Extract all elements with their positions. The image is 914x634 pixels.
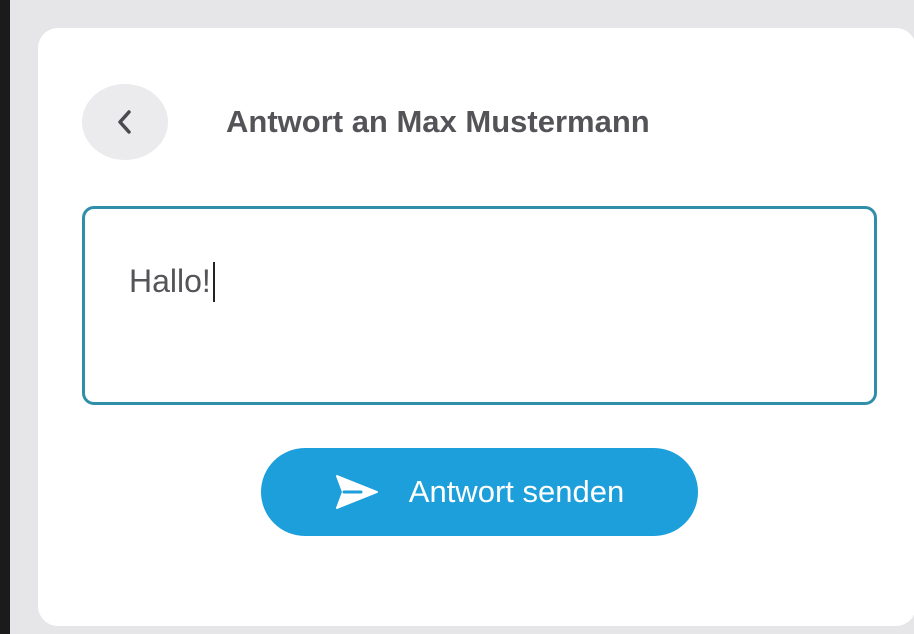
reply-dialog: Antwort an Max Mustermann Hallo! Antwort… [38, 28, 914, 626]
page-backdrop: Antwort an Max Mustermann Hallo! Antwort… [10, 0, 914, 634]
send-button-label: Antwort senden [408, 474, 625, 509]
text-caret [212, 262, 215, 302]
dialog-title: Antwort an Max Mustermann [226, 104, 650, 139]
reply-text-value: Hallo! [129, 263, 211, 299]
chevron-left-icon [118, 110, 131, 134]
send-icon [335, 473, 379, 511]
dialog-header: Antwort an Max Mustermann [82, 84, 882, 160]
reply-text-wrapper: Hallo! [129, 261, 215, 302]
send-reply-button[interactable]: Antwort senden [261, 448, 698, 536]
reply-textarea[interactable]: Hallo! [82, 206, 877, 405]
back-button[interactable] [82, 84, 168, 160]
